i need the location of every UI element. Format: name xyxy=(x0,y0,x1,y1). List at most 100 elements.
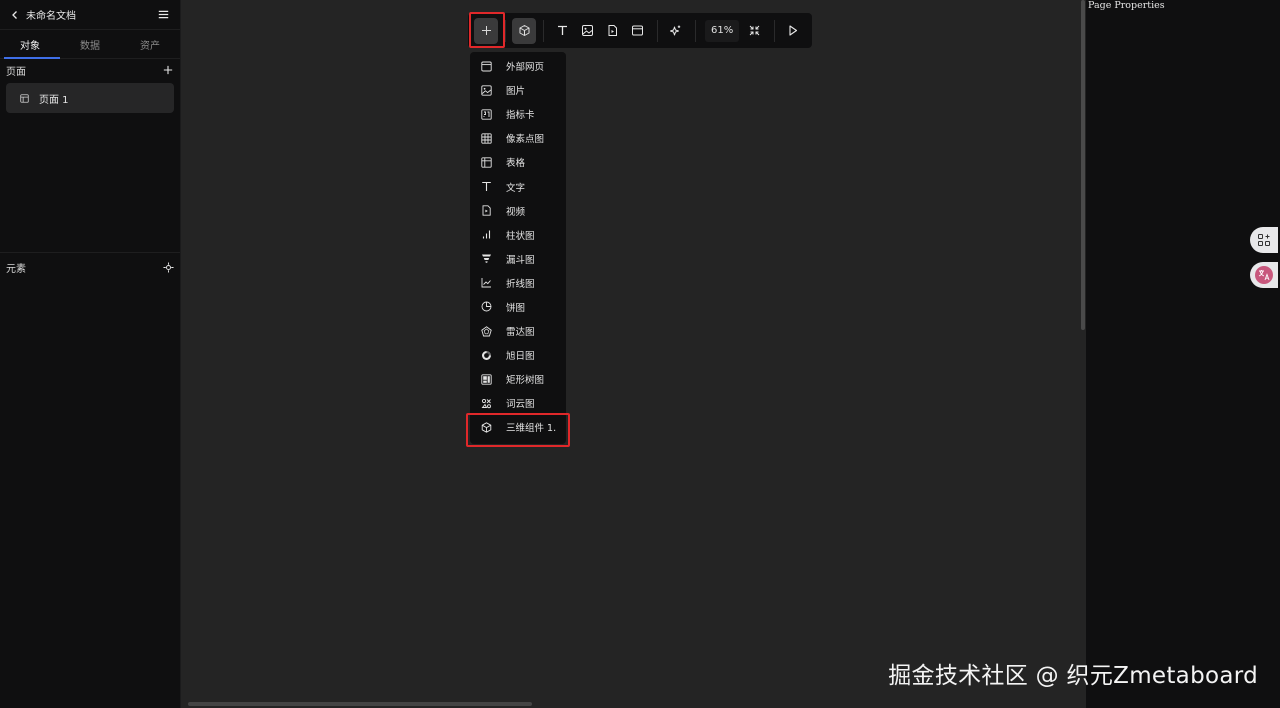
document-header: 未命名文档 xyxy=(0,0,180,30)
sidebar-divider xyxy=(0,252,180,253)
menu-item-treemap-chart[interactable]: 矩形树图 xyxy=(470,367,566,391)
video-icon xyxy=(482,205,491,216)
sidebar-tabs: 对象 数据 资产 xyxy=(0,30,180,59)
menu-item-label: 文字 xyxy=(506,182,526,194)
menu-item-label: 饼图 xyxy=(506,302,526,314)
plus-icon xyxy=(481,26,491,35)
menu-item-video[interactable]: 视频 xyxy=(470,199,566,223)
menu-item-label: 视频 xyxy=(506,206,526,218)
word-cloud-icon xyxy=(481,398,491,409)
menu-item-radar-chart[interactable]: 雷达图 xyxy=(470,319,566,343)
document-title: 未命名文档 xyxy=(26,11,76,22)
translate-icon xyxy=(1255,266,1273,284)
back-button[interactable]: 未命名文档 xyxy=(10,7,76,22)
add-component-button[interactable] xyxy=(474,17,499,44)
image-tool-button[interactable] xyxy=(575,18,599,44)
editor-canvas[interactable] xyxy=(182,0,1080,708)
3d-component-button[interactable] xyxy=(512,17,537,44)
elements-section-header: 元素 xyxy=(0,256,180,278)
tab-objects-label: 对象 xyxy=(20,40,40,52)
tab-assets[interactable]: 资产 xyxy=(120,30,180,58)
tab-objects[interactable]: 对象 xyxy=(0,30,60,59)
image-icon xyxy=(581,25,593,36)
tab-assets-label: 资产 xyxy=(140,40,160,52)
video-tool-button[interactable] xyxy=(600,18,624,44)
menu-item-label: 图片 xyxy=(506,86,526,98)
component-dropdown-menu: 外部网页 图片 指标卡 像素点图 表格 文字 视频 柱状图 漏斗图 折线图 饼图 xyxy=(470,52,566,444)
fit-screen-button[interactable] xyxy=(743,18,767,44)
menu-item-label: 像素点图 xyxy=(506,134,545,146)
menu-item-word-cloud[interactable]: 词云图 xyxy=(470,391,566,415)
floating-widget-button[interactable] xyxy=(1250,227,1278,253)
page-item-label: 页面 1 xyxy=(39,94,69,106)
menu-item-sunburst-chart[interactable]: 旭日图 xyxy=(470,343,566,367)
treemap-icon xyxy=(481,374,492,385)
menu-item-webpage[interactable]: 外部网页 xyxy=(470,54,566,78)
menu-item-3d-component[interactable]: 三维组件 1. xyxy=(470,415,566,439)
toolbar-separator xyxy=(543,19,545,42)
video-file-icon xyxy=(608,25,617,36)
menu-item-label: 外部网页 xyxy=(506,62,545,74)
crosshair-icon xyxy=(162,261,174,273)
menu-item-label: 三维组件 1. xyxy=(506,423,557,435)
funnel-icon xyxy=(482,254,491,264)
left-sidebar: 未命名文档 对象 数据 资产 页面 页面 1 元素 xyxy=(0,0,181,708)
pages-section-title: 页面 xyxy=(6,66,26,78)
vertical-scrollbar[interactable] xyxy=(1081,0,1085,330)
page-icon xyxy=(20,93,29,103)
tab-data[interactable]: 数据 xyxy=(60,30,120,58)
plus-icon xyxy=(163,65,173,75)
menu-item-pixel-chart[interactable]: 像素点图 xyxy=(470,126,566,150)
menu-item-text[interactable]: 文字 xyxy=(470,174,566,198)
horizontal-scrollbar[interactable] xyxy=(188,702,532,706)
menu-item-label: 矩形树图 xyxy=(506,375,545,387)
image-icon xyxy=(481,84,492,96)
floating-translate-button[interactable] xyxy=(1250,262,1278,288)
menu-item-label: 表格 xyxy=(506,158,526,170)
menu-item-label: 词云图 xyxy=(506,399,535,411)
tab-data-label: 数据 xyxy=(80,40,100,52)
menu-item-metric-card[interactable]: 指标卡 xyxy=(470,102,566,126)
menu-item-label: 漏斗图 xyxy=(506,254,535,266)
text-tool-button[interactable] xyxy=(550,18,574,44)
radar-icon xyxy=(481,325,492,337)
menu-item-image[interactable]: 图片 xyxy=(470,78,566,102)
pie-chart-icon xyxy=(481,302,492,312)
text-icon xyxy=(557,25,567,35)
menu-item-bar-chart[interactable]: 柱状图 xyxy=(470,223,566,247)
hamburger-menu-icon xyxy=(158,10,168,19)
elements-section-title: 元素 xyxy=(6,263,26,275)
sparkle-icon xyxy=(669,25,681,36)
menu-item-funnel-chart[interactable]: 漏斗图 xyxy=(470,247,566,271)
menu-item-table[interactable]: 表格 xyxy=(470,150,566,174)
watermark-text: 掘金技术社区 @ 织元Zmetaboard xyxy=(888,663,1258,689)
collapse-arrows-icon xyxy=(750,25,760,36)
browser-window-icon xyxy=(481,61,492,71)
grid-icon xyxy=(481,133,492,144)
add-page-button[interactable] xyxy=(162,64,174,76)
menu-item-label: 雷达图 xyxy=(506,327,535,339)
locate-element-button[interactable] xyxy=(162,261,174,273)
bar-chart-icon xyxy=(482,230,491,239)
sunburst-icon xyxy=(482,350,491,360)
ai-magic-button[interactable] xyxy=(663,18,687,44)
toolbar-separator xyxy=(694,19,696,42)
zoom-level[interactable]: 61% xyxy=(705,19,739,42)
menu-item-label: 折线图 xyxy=(506,278,535,290)
menu-button[interactable] xyxy=(156,8,170,22)
menu-item-label: 柱状图 xyxy=(506,230,535,242)
cube-icon xyxy=(519,25,530,36)
cube-icon xyxy=(481,422,492,433)
apps-add-icon xyxy=(1258,234,1270,246)
panel-title: Page Properties xyxy=(1088,0,1165,11)
menu-item-line-chart[interactable]: 折线图 xyxy=(470,271,566,295)
preview-button[interactable] xyxy=(781,18,805,44)
text-icon xyxy=(482,181,491,192)
top-toolbar: 61% xyxy=(468,13,812,48)
play-icon xyxy=(789,25,798,36)
right-properties-panel: Page Properties xyxy=(1086,0,1280,708)
page-list-item[interactable]: 页面 1 xyxy=(6,83,174,113)
pages-section-header: 页面 xyxy=(0,59,180,81)
menu-item-pie-chart[interactable]: 饼图 xyxy=(470,295,566,319)
webpage-tool-button[interactable] xyxy=(625,18,649,44)
